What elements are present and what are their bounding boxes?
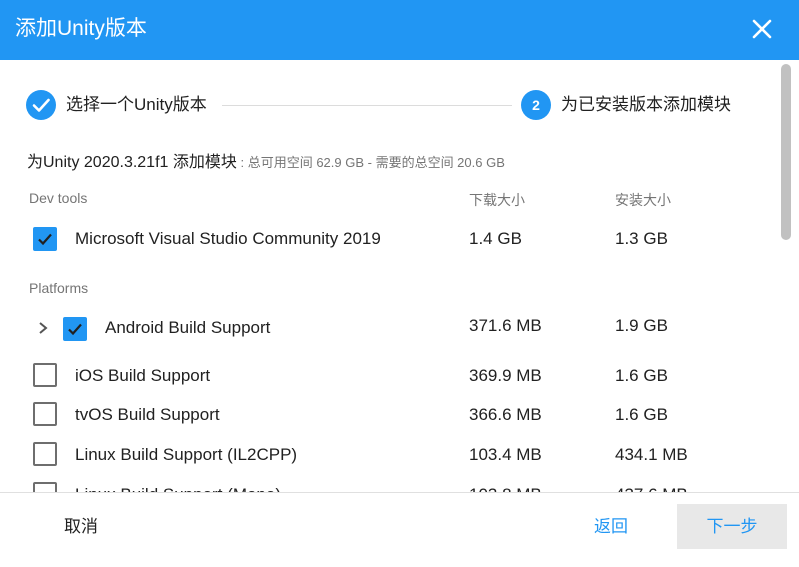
stepper-divider [222, 105, 512, 106]
check-icon [68, 323, 82, 336]
module-row[interactable]: Android Build Support 371.6 MB 1.9 GB [0, 314, 780, 342]
step-1-label: 选择一个Unity版本 [66, 95, 207, 114]
section-dev-tools: Dev tools [29, 190, 88, 206]
module-row[interactable]: tvOS Build Support 366.6 MB 1.6 GB [0, 401, 780, 429]
step-2-number: 2 [521, 90, 551, 120]
module-summary: 为Unity 2020.3.21f1 添加模块 : 总可用空间 62.9 GB … [27, 152, 505, 174]
scrollbar-thumb[interactable] [781, 64, 791, 240]
dialog-title: 添加Unity版本 [15, 17, 147, 40]
module-download-size: 369.9 MB [469, 366, 542, 385]
column-install-size: 安装大小 [615, 192, 671, 208]
summary-main: 为Unity 2020.3.21f1 添加模块 [27, 154, 237, 171]
module-name: Linux Build Support (IL2CPP) [75, 445, 298, 464]
module-row[interactable]: Linux Build Support (IL2CPP) 103.4 MB 43… [0, 441, 780, 469]
module-name: Android Build Support [105, 318, 271, 337]
module-name: iOS Build Support [75, 366, 211, 385]
step-2-label: 为已安装版本添加模块 [561, 95, 731, 114]
module-install-size: 1.3 GB [615, 229, 668, 248]
module-row[interactable]: Microsoft Visual Studio Community 2019 1… [0, 225, 780, 253]
dialog-footer: 取消 返回 下一步 [0, 492, 799, 567]
module-checkbox[interactable] [33, 442, 57, 466]
module-row[interactable]: Linux Build Support (Mono) 103.8 MB 437.… [0, 481, 780, 492]
module-name: Linux Build Support (Mono) [75, 483, 281, 492]
module-checkbox[interactable] [33, 482, 57, 492]
module-download-size: 103.4 MB [469, 445, 542, 464]
module-checkbox[interactable] [33, 363, 57, 387]
module-name: Microsoft Visual Studio Community 2019 [75, 229, 381, 248]
close-icon [752, 19, 772, 39]
section-platforms: Platforms [29, 280, 89, 296]
check-icon [32, 98, 50, 112]
module-name: tvOS Build Support [75, 405, 220, 424]
column-download-size: 下载大小 [469, 192, 525, 208]
module-download-size: 1.4 GB [469, 229, 522, 248]
module-download-size: 371.6 MB [469, 316, 542, 335]
module-checkbox[interactable] [63, 317, 87, 341]
module-checkbox[interactable] [33, 227, 57, 251]
close-button[interactable] [746, 13, 778, 45]
module-checkbox[interactable] [33, 402, 57, 426]
module-install-size: 434.1 MB [615, 445, 688, 464]
module-install-size: 1.6 GB [615, 405, 668, 424]
dialog-titlebar: 添加Unity版本 [0, 0, 799, 60]
cancel-button[interactable]: 取消 [64, 515, 98, 539]
back-button[interactable]: 返回 [594, 515, 628, 539]
module-install-size: 1.6 GB [615, 366, 668, 385]
step-1-done [26, 90, 56, 120]
module-install-size: 437.6 MB [615, 483, 688, 492]
next-button[interactable]: 下一步 [677, 504, 787, 549]
module-install-size: 1.9 GB [615, 316, 668, 335]
module-download-size: 366.6 MB [469, 405, 542, 424]
summary-detail: : 总可用空间 62.9 GB - 需要的总空间 20.6 GB [236, 155, 505, 170]
dialog-content: 选择一个Unity版本 2 为已安装版本添加模块 为Unity 2020.3.2… [0, 60, 799, 492]
chevron-right-icon[interactable] [36, 320, 50, 336]
module-download-size: 103.8 MB [469, 483, 542, 492]
check-icon [38, 233, 52, 246]
module-row[interactable]: iOS Build Support 369.9 MB 1.6 GB [0, 362, 780, 390]
